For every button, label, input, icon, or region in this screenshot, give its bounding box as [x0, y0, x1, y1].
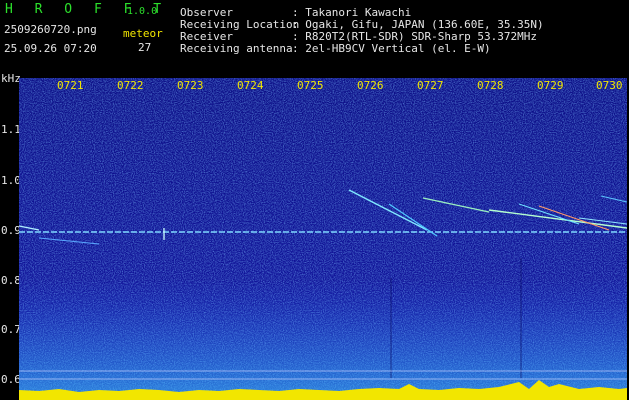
x-tick-label: 0721 — [57, 79, 84, 92]
y-tick-label: 0.8 — [1, 274, 21, 287]
y-tick-label: 0.9 — [1, 224, 21, 237]
y-tick-label: 0.6 — [1, 373, 21, 386]
x-tick-label: 0729 — [537, 79, 564, 92]
x-tick-label: 0723 — [177, 79, 204, 92]
y-tick-label: 0.7 — [1, 323, 21, 336]
x-tick-label: 0728 — [477, 79, 504, 92]
antenna-label: Receiving antenna — [180, 42, 293, 55]
antenna-value: : 2el-HB9CV Vertical (el. E-W) — [292, 42, 491, 55]
x-tick-label: 0730 — [596, 79, 623, 92]
x-tick-label: 0724 — [237, 79, 264, 92]
y-tick-label: 1.0 — [1, 174, 21, 187]
y-tick-label: 1.1 — [1, 123, 21, 136]
meteor-counter-label: meteor — [123, 27, 163, 40]
timestamp: 25.09.26 07:20 — [4, 42, 97, 55]
low-frequency-noise — [19, 278, 627, 400]
x-tick-label: 0726 — [357, 79, 384, 92]
x-tick-label: 0722 — [117, 79, 144, 92]
meteor-counter-value: 27 — [138, 41, 152, 54]
file-name: 2509260720.png — [4, 23, 97, 36]
x-tick-label: 0727 — [417, 79, 444, 92]
spectrogram-plot — [19, 78, 627, 400]
x-tick-label: 0725 — [297, 79, 324, 92]
app-version: 1.0.0 — [127, 6, 158, 17]
y-axis-unit: kHz — [1, 72, 21, 85]
